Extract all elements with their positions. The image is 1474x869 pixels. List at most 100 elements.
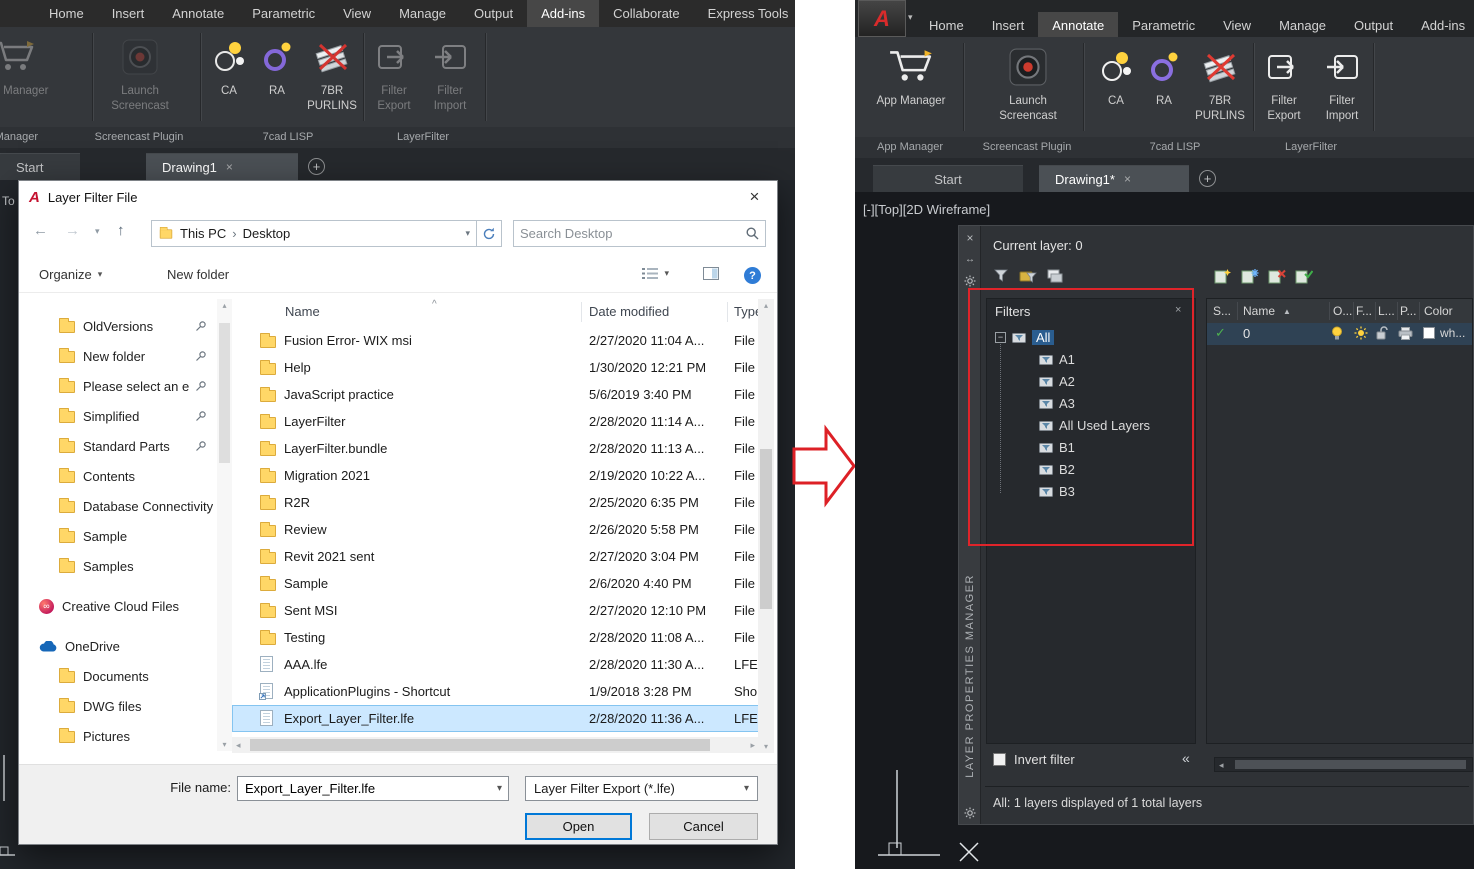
- scroll-left-icon[interactable]: ◂: [236, 740, 241, 751]
- file-row[interactable]: JavaScript practice 5/6/2019 3:40 PM File …: [232, 381, 759, 408]
- ribbon-tab-home[interactable]: Home: [35, 0, 98, 27]
- sidebar-item-simplified[interactable]: Simplified: [19, 403, 217, 429]
- file-tab-close-icon[interactable]: ×: [1124, 172, 1131, 186]
- app-menu-dropdown-icon[interactable]: ▾: [908, 12, 913, 23]
- ribbon-tab-add-ins[interactable]: Add-ins: [1407, 12, 1474, 37]
- viewport-controls[interactable]: [-][Top][2D Wireframe]: [863, 202, 990, 217]
- scrollbar-thumb[interactable]: [760, 449, 772, 609]
- new-property-filter-icon[interactable]: [993, 268, 1010, 284]
- file-row[interactable]: Revit 2021 sent 2/27/2020 3:04 PM File fol…: [232, 543, 759, 570]
- layer-row-0[interactable]: ✓ 0 wh...: [1207, 323, 1472, 345]
- new-layer-frozen-icon[interactable]: [1241, 268, 1259, 284]
- column-name[interactable]: Name: [1243, 304, 1275, 318]
- palette-close-button[interactable]: ×: [959, 229, 981, 247]
- ribbon-tab-insert[interactable]: Insert: [978, 12, 1039, 37]
- scrollbar-thumb[interactable]: [1235, 760, 1466, 769]
- color-name[interactable]: wh...: [1440, 326, 1465, 340]
- cancel-button[interactable]: Cancel: [649, 813, 758, 840]
- ribbon-tab-output[interactable]: Output: [460, 0, 527, 27]
- column-freeze[interactable]: F...: [1356, 304, 1372, 318]
- file-row[interactable]: Help 1/30/2020 12:21 PM File folder: [232, 354, 759, 381]
- open-button[interactable]: Open: [525, 813, 632, 840]
- panel-label-app-manager[interactable]: App Manager: [877, 141, 943, 153]
- file-tab-close-icon[interactable]: ×: [226, 160, 233, 174]
- column-header-name[interactable]: Name: [285, 304, 320, 319]
- file-tab-drawing1[interactable]: Drawing1* ×: [1039, 165, 1189, 192]
- breadcrumb-this-pc[interactable]: This PC: [180, 226, 226, 241]
- filter-export-button[interactable]: Filter Export: [1255, 42, 1313, 124]
- ribbon-tab-express-tools[interactable]: Express Tools: [694, 0, 795, 27]
- breadcrumb-desktop[interactable]: Desktop: [243, 226, 291, 241]
- panel-label-layerfilter[interactable]: LayerFilter: [397, 131, 449, 143]
- invert-filter-checkbox[interactable]: [993, 753, 1006, 766]
- tree-item-a2[interactable]: A2: [1039, 371, 1075, 391]
- list-vertical-scrollbar[interactable]: ▴ ▾: [758, 299, 774, 753]
- column-separator[interactable]: [727, 302, 728, 322]
- sidebar-item-sample[interactable]: Sample: [19, 523, 217, 549]
- sidebar-item-database-connectivity[interactable]: Database Connectivity: [19, 493, 217, 519]
- column-lock[interactable]: L...: [1378, 304, 1395, 318]
- layer-name[interactable]: 0: [1243, 326, 1250, 341]
- ribbon-tab-annotate[interactable]: Annotate: [1038, 12, 1119, 37]
- new-drawing-button[interactable]: +: [308, 158, 325, 175]
- unlock-icon[interactable]: [1376, 326, 1389, 341]
- sidebar-scrollbar[interactable]: ▴ ▾: [217, 299, 232, 751]
- new-drawing-button[interactable]: +: [1199, 170, 1216, 187]
- filter-export-button[interactable]: Filter Export: [366, 32, 422, 114]
- panel-label-screencast[interactable]: Screencast Plugin: [95, 131, 184, 143]
- palette-settings-gear-icon[interactable]: [959, 804, 981, 822]
- ribbon-tab-output[interactable]: Output: [1340, 12, 1407, 37]
- ribbon-tab-view[interactable]: View: [329, 0, 385, 27]
- sidebar-item-standard-parts[interactable]: Standard Parts: [19, 433, 217, 459]
- launch-screencast-button[interactable]: Launch Screencast: [103, 32, 177, 114]
- file-type-select[interactable]: Layer Filter Export (*.lfe) ▾: [525, 776, 758, 801]
- panel-label-layerfilter[interactable]: LayerFilter: [1285, 141, 1337, 153]
- sidebar-item-dwg-files[interactable]: DWG files: [19, 693, 217, 719]
- purlins-button[interactable]: 7BR PURLINS: [303, 32, 361, 114]
- sun-thaw-icon[interactable]: [1354, 326, 1368, 340]
- column-plot[interactable]: P...: [1400, 304, 1416, 318]
- delete-layer-icon[interactable]: [1268, 268, 1286, 284]
- sidebar-item-oldversions[interactable]: OldVersions: [19, 313, 217, 339]
- ribbon-tab-annotate[interactable]: Annotate: [158, 0, 238, 27]
- column-color[interactable]: Color: [1424, 304, 1453, 318]
- forward-button[interactable]: →: [65, 222, 80, 239]
- ribbon-tab-parametric[interactable]: Parametric: [1118, 12, 1209, 37]
- ca-button[interactable]: CA: [207, 32, 251, 99]
- dialog-title-bar[interactable]: A Layer Filter File: [19, 181, 777, 213]
- launch-screencast-button[interactable]: Launch Screencast: [988, 42, 1068, 124]
- file-row[interactable]: R2R 2/25/2020 6:35 PM File folder: [232, 489, 759, 516]
- sidebar-item-documents[interactable]: Documents: [19, 663, 217, 689]
- sidebar-item-creative-cloud[interactable]: ∞ Creative Cloud Files: [19, 593, 217, 619]
- tree-item-a3[interactable]: A3: [1039, 393, 1075, 413]
- search-input[interactable]: [520, 226, 746, 241]
- scrollbar-thumb[interactable]: [219, 323, 230, 463]
- new-group-filter-icon[interactable]: [1019, 268, 1037, 284]
- file-name-input[interactable]: [238, 777, 508, 800]
- refresh-button[interactable]: [477, 220, 502, 247]
- tree-item-b3[interactable]: B3: [1039, 481, 1075, 501]
- filters-close-icon[interactable]: ×: [1175, 304, 1181, 316]
- scroll-down-icon[interactable]: ▾: [217, 740, 232, 749]
- collapse-filters-icon[interactable]: «: [1182, 750, 1190, 766]
- scroll-up-icon[interactable]: ▴: [217, 301, 232, 310]
- printer-plot-icon[interactable]: [1398, 327, 1413, 340]
- app-manager-button[interactable]: App Manager: [0, 32, 54, 99]
- file-row[interactable]: ApplicationPlugins - Shortcut 1/9/2018 3:…: [232, 678, 759, 705]
- tree-item-all-used-layers[interactable]: All Used Layers: [1039, 415, 1150, 435]
- panel-label-screencast[interactable]: Screencast Plugin: [983, 141, 1072, 153]
- file-row[interactable]: AAA.lfe 2/28/2020 11:30 A... LFE File: [232, 651, 759, 678]
- file-row[interactable]: Sent MSI 2/27/2020 12:10 PM File folder: [232, 597, 759, 624]
- ca-button[interactable]: CA: [1093, 42, 1139, 109]
- file-row[interactable]: Migration 2021 2/19/2020 10:22 A... File f…: [232, 462, 759, 489]
- sidebar-item-contents[interactable]: Contents: [19, 463, 217, 489]
- column-status[interactable]: S...: [1213, 304, 1231, 318]
- file-name-combo[interactable]: ▾: [237, 776, 509, 801]
- sidebar-item-samples[interactable]: Samples: [19, 553, 217, 579]
- help-button[interactable]: ?: [744, 267, 761, 284]
- file-tab-start[interactable]: Start: [0, 153, 80, 180]
- invert-filter-control[interactable]: Invert filter: [993, 752, 1075, 767]
- scroll-down-icon[interactable]: ▾: [758, 742, 774, 751]
- tree-item-b1[interactable]: B1: [1039, 437, 1075, 457]
- organize-menu[interactable]: Organize ▾: [39, 267, 102, 282]
